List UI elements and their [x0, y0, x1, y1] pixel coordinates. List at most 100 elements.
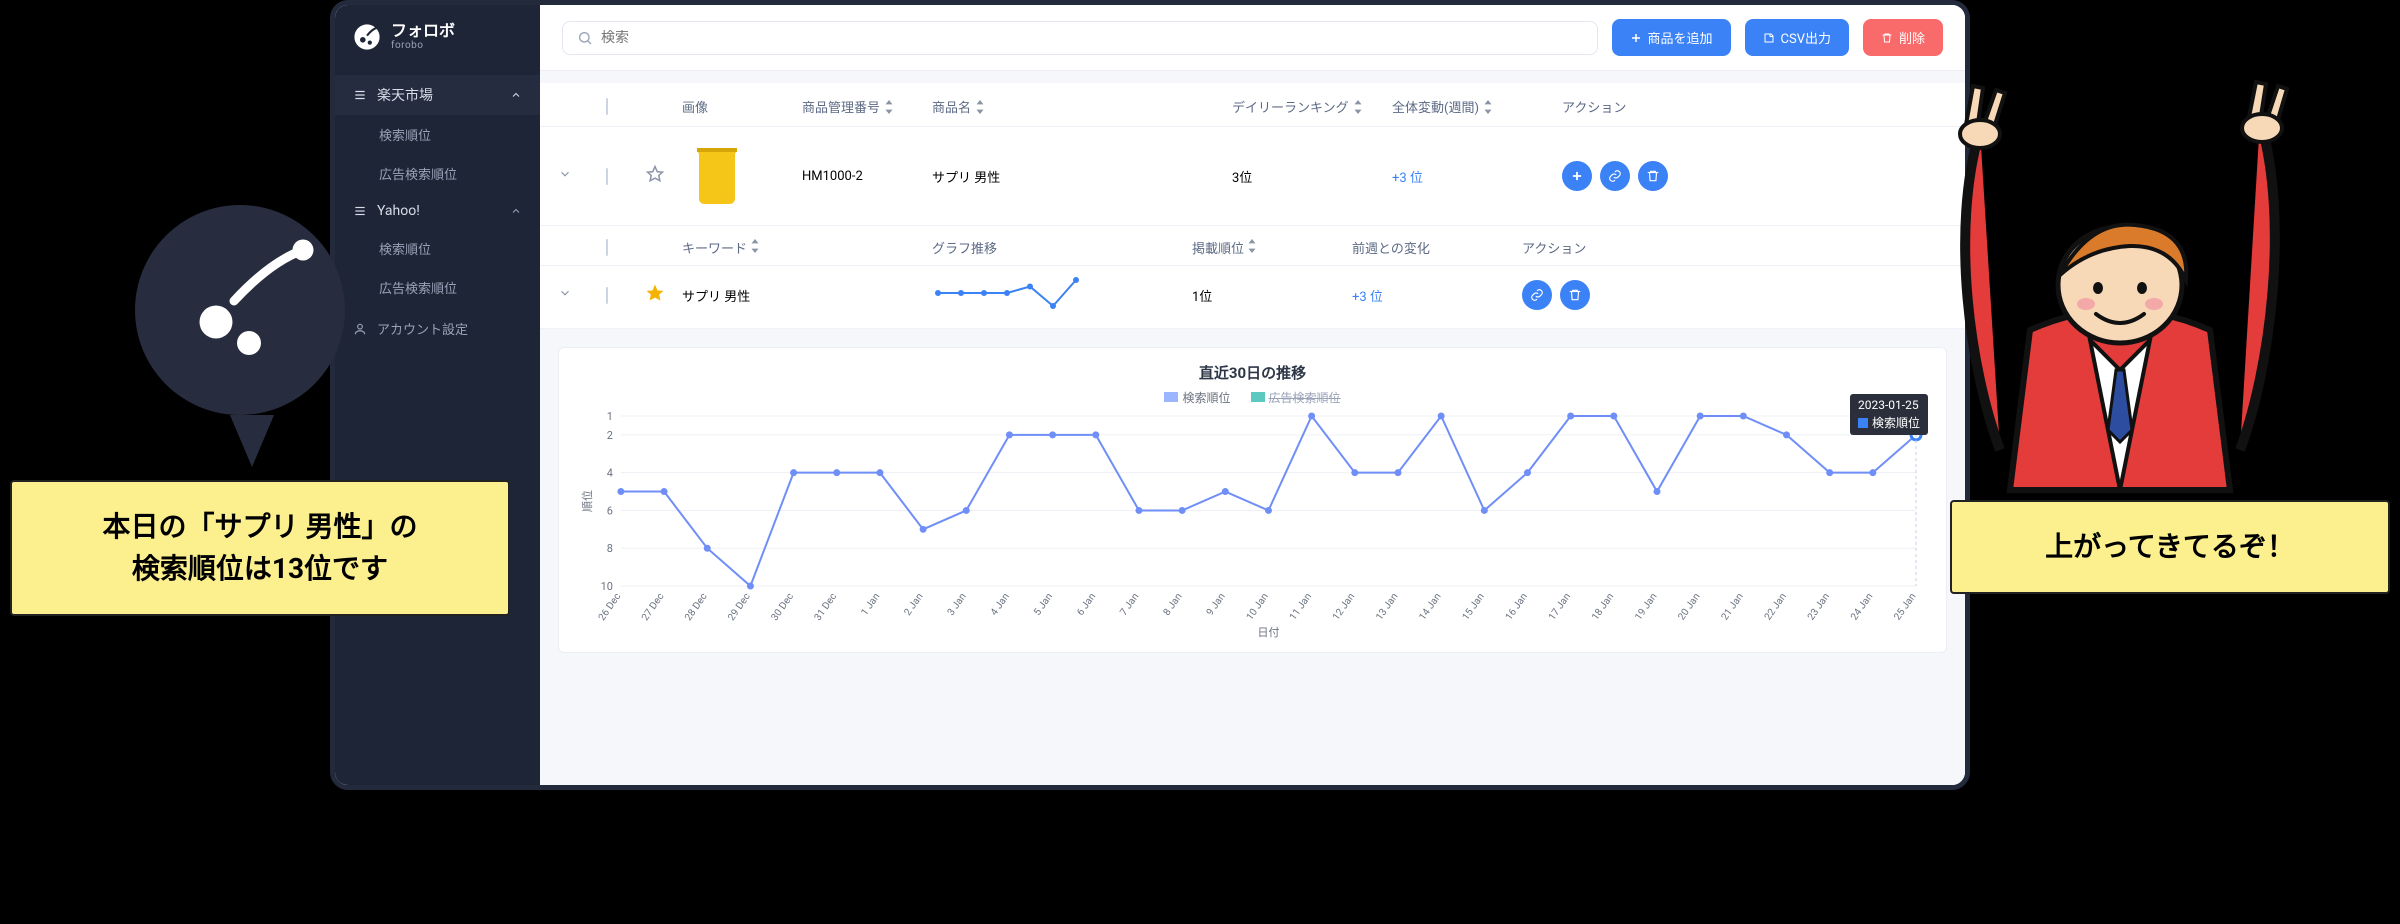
row-delete-button[interactable]: [1638, 161, 1668, 191]
svg-text:1 Jan: 1 Jan: [859, 591, 882, 617]
plus-icon: [1570, 169, 1584, 183]
col-daily[interactable]: デイリーランキング: [1232, 97, 1392, 116]
svg-text:28 Dec: 28 Dec: [683, 591, 710, 623]
product-thumbnail: [682, 141, 752, 211]
keyword-delete-button[interactable]: [1560, 280, 1590, 310]
speech-left-line1: 本日の「サプリ 男性」の: [42, 506, 478, 548]
svg-text:順位: 順位: [580, 490, 594, 512]
row-checkbox[interactable]: [606, 168, 608, 185]
cell-weekchg: +3 位: [1352, 286, 1522, 305]
svg-text:31 Dec: 31 Dec: [813, 591, 840, 623]
legend-item-2[interactable]: 広告検索順位: [1251, 389, 1341, 406]
nav-item-rakuten-adsearch[interactable]: 広告検索順位: [335, 154, 540, 193]
keyword-favorite[interactable]: [646, 284, 682, 306]
trash-icon: [1568, 288, 1582, 302]
svg-text:12 Jan: 12 Jan: [1331, 591, 1357, 622]
svg-text:20 Jan: 20 Jan: [1676, 591, 1702, 622]
nav-group-label: 楽天市場: [377, 85, 433, 105]
trash-icon: [1646, 169, 1660, 183]
svg-text:13 Jan: 13 Jan: [1374, 591, 1400, 622]
speech-right-text: 上がってきてるぞ！: [2045, 530, 2295, 563]
search-icon: [577, 30, 593, 46]
nav-group-rakuten[interactable]: 楽天市場: [335, 75, 540, 115]
star-filled-icon: [646, 284, 664, 302]
csv-export-button[interactable]: CSV出力: [1745, 19, 1849, 56]
search-box[interactable]: [562, 21, 1598, 55]
nav-account-label: アカウント設定: [377, 319, 468, 338]
nav-account-settings[interactable]: アカウント設定: [335, 307, 540, 350]
svg-text:6: 6: [607, 504, 613, 517]
cell-daily: 3位: [1232, 167, 1392, 186]
link-icon: [1530, 288, 1544, 302]
nav-item-yahoo-search[interactable]: 検索順位: [335, 229, 540, 268]
legend-item-1[interactable]: 検索順位: [1164, 389, 1230, 406]
chevron-up-icon: [510, 205, 522, 217]
svg-text:19 Jan: 19 Jan: [1633, 591, 1659, 622]
export-icon: [1763, 32, 1775, 44]
sort-icon: [1353, 100, 1363, 114]
nav-item-yahoo-adsearch[interactable]: 広告検索順位: [335, 268, 540, 307]
nav-group-label: Yahoo!: [377, 203, 420, 219]
svg-text:29 Dec: 29 Dec: [726, 591, 753, 623]
keyword-link-button[interactable]: [1522, 280, 1552, 310]
svg-text:11 Jan: 11 Jan: [1288, 591, 1314, 622]
row-add-button[interactable]: [1562, 161, 1592, 191]
search-input[interactable]: [601, 30, 1583, 46]
keyword-expand-toggle[interactable]: [558, 286, 606, 304]
sort-icon: [750, 239, 760, 253]
nav-item-rakuten-search[interactable]: 検索順位: [335, 115, 540, 154]
col-rank[interactable]: 掲載順位: [1192, 238, 1352, 257]
user-icon: [353, 322, 367, 336]
svg-text:3 Jan: 3 Jan: [946, 591, 969, 617]
brand: フォロボ forobo: [335, 23, 540, 75]
svg-text:21 Jan: 21 Jan: [1720, 591, 1746, 622]
col-sku[interactable]: 商品管理番号: [802, 97, 932, 116]
app-window: フォロボ forobo 楽天市場 検索順位 広告検索順位 Yahoo!: [330, 0, 1970, 790]
col-keyword[interactable]: キーワード: [682, 238, 932, 257]
chevron-down-icon: [558, 167, 572, 181]
add-product-label: 商品を追加: [1648, 28, 1713, 47]
col-image: 画像: [682, 97, 802, 116]
svg-text:8: 8: [607, 542, 613, 555]
keyword-checkbox[interactable]: [606, 287, 608, 304]
speech-bubble-right: 上がってきてるぞ！: [1950, 500, 2390, 594]
cell-weekly: +3 位: [1392, 167, 1562, 186]
svg-text:4 Jan: 4 Jan: [989, 591, 1012, 617]
col-weekly[interactable]: 全体変動(週間): [1392, 97, 1562, 116]
product-row: HM1000-2 サプリ 男性 3位 +3 位: [540, 127, 1965, 226]
main-panel: 商品を追加 CSV出力 削除 画像: [540, 5, 1965, 785]
link-icon: [1608, 169, 1622, 183]
mascot-icon: [165, 235, 315, 385]
keyword-select-all[interactable]: [606, 239, 608, 256]
svg-text:日付: 日付: [1258, 626, 1280, 639]
topbar: 商品を追加 CSV出力 削除: [540, 5, 1965, 71]
cell-keyword: サプリ 男性: [682, 286, 932, 305]
chart-legend: 検索順位 広告検索順位: [579, 389, 1926, 406]
row-link-button[interactable]: [1600, 161, 1630, 191]
trash-icon: [1881, 32, 1893, 44]
delete-button[interactable]: 削除: [1863, 19, 1943, 56]
star-outline-icon: [646, 165, 664, 183]
svg-text:1: 1: [607, 410, 613, 423]
svg-text:8 Jan: 8 Jan: [1162, 591, 1185, 617]
svg-text:16 Jan: 16 Jan: [1504, 591, 1530, 622]
favorite-star[interactable]: [646, 165, 682, 187]
svg-text:14 Jan: 14 Jan: [1417, 591, 1443, 622]
row-expand-toggle[interactable]: [558, 167, 606, 185]
mascot-avatar: [135, 205, 345, 415]
trend-chart: 1246810順位26 Dec27 Dec28 Dec29 Dec30 Dec3…: [579, 410, 1926, 640]
add-product-button[interactable]: 商品を追加: [1612, 19, 1731, 56]
svg-text:7 Jan: 7 Jan: [1118, 591, 1141, 617]
nav-group-yahoo[interactable]: Yahoo!: [335, 193, 540, 229]
chart-title: 直近30日の推移: [579, 362, 1926, 383]
speech-left-line2: 検索順位は13位です: [42, 548, 478, 590]
col-name[interactable]: 商品名: [932, 97, 1232, 116]
cell-rank: 1位: [1192, 286, 1352, 305]
col-weekchg: 前週との変化: [1352, 238, 1522, 257]
col-graph: グラフ推移: [932, 238, 1192, 257]
sort-icon: [1247, 239, 1257, 253]
svg-text:6 Jan: 6 Jan: [1075, 591, 1098, 617]
sort-icon: [1483, 100, 1493, 114]
keyword-table-header: キーワード グラフ推移 掲載順位 前週との変化 アクション: [540, 226, 1965, 266]
select-all-checkbox[interactable]: [606, 98, 608, 115]
